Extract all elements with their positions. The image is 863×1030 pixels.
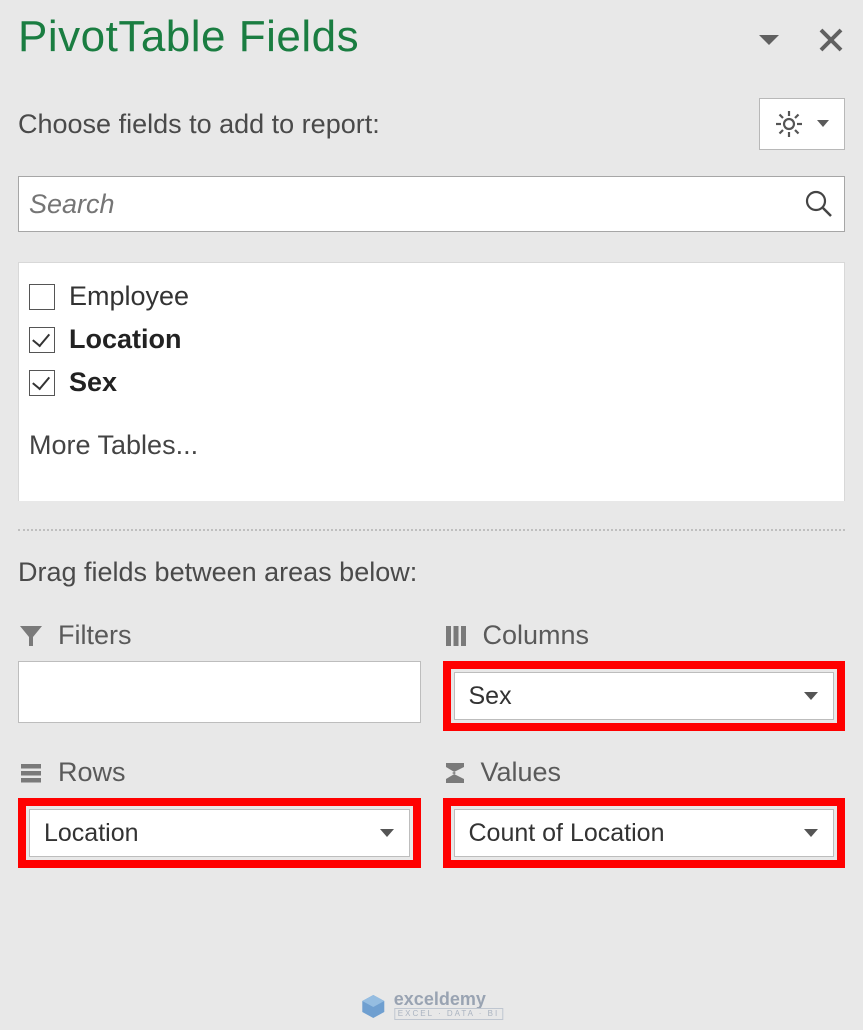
- watermark-subtext: EXCEL · DATA · BI: [394, 1008, 503, 1020]
- panel-title: PivotTable Fields: [18, 12, 359, 62]
- field-row-sex[interactable]: Sex: [29, 361, 834, 404]
- more-tables-link[interactable]: More Tables...: [29, 430, 834, 461]
- values-area: Values Count of Location: [443, 757, 846, 868]
- field-label: Location: [69, 324, 182, 355]
- filter-icon: [18, 623, 44, 649]
- filters-area: Filters: [18, 620, 421, 731]
- checkbox-location[interactable]: [29, 327, 55, 353]
- drag-instructions: Drag fields between areas below:: [18, 557, 845, 588]
- highlight-box: Sex: [443, 661, 846, 731]
- areas-grid: Filters Columns Sex: [18, 620, 845, 868]
- rows-header: Rows: [18, 757, 421, 788]
- rows-area: Rows Location: [18, 757, 421, 868]
- choose-fields-label: Choose fields to add to report:: [18, 109, 380, 140]
- field-list: Employee Location Sex More Tables...: [18, 262, 845, 501]
- columns-header: Columns: [443, 620, 846, 651]
- field-row-employee[interactable]: Employee: [29, 275, 834, 318]
- divider: [18, 529, 845, 531]
- area-title: Filters: [58, 620, 132, 651]
- watermark: exceldemy EXCEL · DATA · BI: [360, 990, 503, 1020]
- sigma-icon: [443, 760, 467, 786]
- dropzone-value: Sex: [469, 682, 512, 711]
- chevron-down-icon: [803, 828, 819, 839]
- subtitle-row: Choose fields to add to report:: [18, 98, 845, 150]
- field-label: Sex: [69, 367, 117, 398]
- chevron-down-icon: [816, 119, 830, 129]
- watermark-logo-icon: [360, 992, 386, 1018]
- dropzone-value: Location: [44, 819, 139, 848]
- chevron-down-icon: [803, 691, 819, 702]
- area-title: Columns: [483, 620, 590, 651]
- checkbox-employee[interactable]: [29, 284, 55, 310]
- chevron-down-icon: [379, 828, 395, 839]
- filters-header: Filters: [18, 620, 421, 651]
- search-box[interactable]: [18, 176, 845, 232]
- values-dropzone[interactable]: Count of Location: [454, 809, 835, 857]
- header-controls: [757, 26, 845, 54]
- field-row-location[interactable]: Location: [29, 318, 834, 361]
- tools-button[interactable]: [759, 98, 845, 150]
- pivottable-fields-pane: PivotTable Fields Choose fields to add t…: [0, 0, 863, 868]
- rows-dropzone[interactable]: Location: [29, 809, 410, 857]
- rows-icon: [18, 760, 44, 786]
- columns-dropzone[interactable]: Sex: [454, 672, 835, 720]
- columns-area: Columns Sex: [443, 620, 846, 731]
- columns-icon: [443, 623, 469, 649]
- close-icon[interactable]: [817, 26, 845, 54]
- task-pane-options-dropdown[interactable]: [757, 33, 781, 47]
- watermark-text: exceldemy: [394, 990, 503, 1008]
- field-label: Employee: [69, 281, 189, 312]
- highlight-box: Count of Location: [443, 798, 846, 868]
- gear-icon: [774, 109, 804, 139]
- area-title: Values: [481, 757, 562, 788]
- search-input[interactable]: [29, 189, 804, 220]
- search-icon: [804, 189, 834, 219]
- header-row: PivotTable Fields: [18, 12, 845, 62]
- values-header: Values: [443, 757, 846, 788]
- checkbox-sex[interactable]: [29, 370, 55, 396]
- filters-dropzone[interactable]: [18, 661, 421, 723]
- area-title: Rows: [58, 757, 126, 788]
- dropzone-value: Count of Location: [469, 819, 665, 848]
- highlight-box: Location: [18, 798, 421, 868]
